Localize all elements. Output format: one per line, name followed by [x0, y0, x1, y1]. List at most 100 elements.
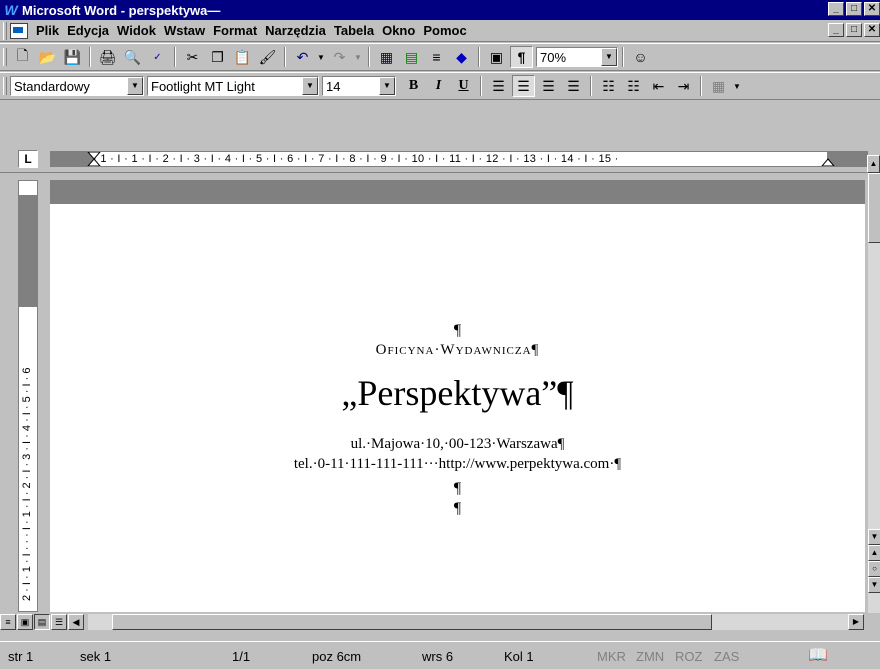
- chevron-down-icon[interactable]: ▼: [601, 48, 617, 66]
- doc-minimize-button[interactable]: _: [828, 23, 844, 37]
- menu-okno[interactable]: Okno: [382, 23, 415, 38]
- menu-edycja[interactable]: Edycja: [67, 23, 109, 38]
- left-indent-marker-icon[interactable]: [87, 152, 101, 167]
- outline-view-icon[interactable]: ☰: [51, 614, 67, 630]
- empty-paragraph-mark[interactable]: ¶: [50, 322, 865, 340]
- vertical-scrollbar[interactable]: ▼ ▲ ○ ▼: [867, 173, 880, 613]
- font-select[interactable]: Footlight MT Light ▼: [147, 76, 319, 96]
- horizontal-ruler[interactable]: · 1 · I · 1 · I · 2 · I · 3 · I · 4 · I …: [50, 151, 868, 167]
- scroll-right-button[interactable]: ▶: [848, 614, 864, 630]
- vertical-ruler[interactable]: 2 · I · 1 · I · · · I · 1 · I · 2 · I · …: [18, 180, 38, 612]
- vertical-scroll-thumb[interactable]: [868, 173, 880, 243]
- online-layout-view-icon[interactable]: ▣: [17, 614, 33, 630]
- menu-plik[interactable]: Plik: [36, 23, 59, 38]
- minimize-button[interactable]: _: [828, 2, 844, 16]
- status-macro-record[interactable]: MKR: [597, 649, 626, 664]
- chevron-down-icon[interactable]: ▼: [379, 77, 395, 95]
- document-map-icon[interactable]: ▣: [485, 46, 508, 68]
- redo-icon[interactable]: ↷: [328, 46, 351, 68]
- doc-restore-button[interactable]: □: [846, 23, 862, 37]
- align-left-icon[interactable]: ☰: [487, 75, 510, 97]
- justify-icon[interactable]: ☰: [562, 75, 585, 97]
- redo-dropdown-icon[interactable]: ▼: [353, 46, 363, 68]
- align-center-icon[interactable]: ☰: [512, 75, 535, 97]
- scroll-down-button[interactable]: ▼: [868, 529, 880, 545]
- drawing-icon[interactable]: ◆: [450, 46, 473, 68]
- status-extend[interactable]: ROZ: [675, 649, 702, 664]
- status-overtype[interactable]: ZAS: [714, 649, 739, 664]
- underline-button[interactable]: U: [452, 75, 475, 97]
- toolbar-grip[interactable]: [3, 77, 7, 95]
- maximize-button[interactable]: □: [846, 2, 862, 16]
- italic-button[interactable]: I: [427, 75, 450, 97]
- document-icon[interactable]: [10, 22, 28, 39]
- copy-icon[interactable]: ❐: [206, 46, 229, 68]
- print-preview-icon[interactable]: 🔍: [121, 46, 144, 68]
- decrease-indent-icon[interactable]: ⇤: [647, 75, 670, 97]
- menu-narzedzia[interactable]: Narzędzia: [265, 23, 326, 38]
- chevron-down-icon[interactable]: ▼: [302, 77, 318, 95]
- word-app-icon[interactable]: W: [2, 1, 20, 19]
- scroll-left-button[interactable]: ◀: [68, 614, 84, 630]
- bold-button[interactable]: B: [402, 75, 425, 97]
- print-icon[interactable]: 🖨: [96, 46, 119, 68]
- save-disk-icon[interactable]: 💾: [61, 46, 84, 68]
- cut-icon[interactable]: ✂: [181, 46, 204, 68]
- next-page-icon[interactable]: ▼: [868, 577, 880, 593]
- style-select[interactable]: Standardowy ▼: [10, 76, 144, 96]
- document-page[interactable]: ¶ Oficyna·Wydawnicza¶ „Perspektywa”¶ ul.…: [50, 204, 865, 612]
- toolbar-grip[interactable]: [3, 48, 7, 66]
- right-indent-marker-icon[interactable]: [821, 152, 835, 167]
- insert-excel-icon[interactable]: ▤: [400, 46, 423, 68]
- address-line[interactable]: ul.·Majowa·10,·00-123·Warszawa¶: [50, 436, 865, 453]
- close-button[interactable]: ✕: [864, 2, 880, 16]
- insert-table-icon[interactable]: ▦: [375, 46, 398, 68]
- menu-pomoc[interactable]: Pomoc: [423, 23, 466, 38]
- bulleted-list-icon[interactable]: ☷: [622, 75, 645, 97]
- menu-format[interactable]: Format: [213, 23, 257, 38]
- doc-close-button[interactable]: ✕: [864, 23, 880, 37]
- show-formatting-marks-icon[interactable]: ¶: [510, 46, 533, 68]
- open-folder-icon[interactable]: 📂: [36, 46, 59, 68]
- office-assistant-icon[interactable]: ☺: [629, 46, 652, 68]
- horizontal-scrollbar-bar: ≡ ▣ ▤ ☰ ◀ ▶: [0, 613, 880, 631]
- undo-icon[interactable]: ↶: [291, 46, 314, 68]
- formatting-toolbar: Standardowy ▼ Footlight MT Light ▼ 14 ▼ …: [0, 72, 880, 100]
- publisher-line[interactable]: Oficyna·Wydawnicza¶: [50, 342, 865, 359]
- status-track-changes[interactable]: ZMN: [636, 649, 664, 664]
- paste-icon[interactable]: 📋: [231, 46, 254, 68]
- numbered-list-icon[interactable]: ☷: [597, 75, 620, 97]
- spelling-check-icon[interactable]: ✓: [146, 46, 169, 68]
- empty-paragraph-mark[interactable]: ¶: [50, 500, 865, 518]
- normal-view-icon[interactable]: ≡: [0, 614, 16, 630]
- increase-indent-icon[interactable]: ⇥: [672, 75, 695, 97]
- font-size-select[interactable]: 14 ▼: [322, 76, 396, 96]
- format-painter-icon[interactable]: 🖌: [256, 46, 279, 68]
- page-layout-view-icon[interactable]: ▤: [34, 614, 50, 630]
- scroll-up-button[interactable]: ▲: [867, 155, 880, 173]
- menu-bar: Plik Edycja Widok Wstaw Format Narzędzia…: [0, 20, 880, 42]
- previous-page-icon[interactable]: ▲: [868, 545, 880, 561]
- zoom-select[interactable]: 70% ▼: [536, 47, 618, 67]
- spelling-status-book-icon[interactable]: 📖: [808, 645, 828, 665]
- publisher-name[interactable]: „Perspektywa”¶: [50, 372, 865, 414]
- title-bar: W Microsoft Word - perspektywa— _ □ ✕: [0, 0, 880, 20]
- empty-paragraph-mark[interactable]: ¶: [50, 480, 865, 498]
- undo-dropdown-icon[interactable]: ▼: [316, 46, 326, 68]
- columns-icon[interactable]: ≡: [425, 46, 448, 68]
- menu-wstaw[interactable]: Wstaw: [164, 23, 205, 38]
- borders-icon[interactable]: ▦: [707, 75, 730, 97]
- menu-tabela[interactable]: Tabela: [334, 23, 374, 38]
- borders-dropdown-icon[interactable]: ▼: [732, 75, 742, 97]
- tab-selector-icon[interactable]: L: [18, 150, 38, 168]
- contact-line[interactable]: tel.·0-11·111-111-111···http://www.perpe…: [50, 456, 865, 473]
- menu-widok[interactable]: Widok: [117, 23, 156, 38]
- chevron-down-icon[interactable]: ▼: [127, 77, 143, 95]
- align-right-icon[interactable]: ☰: [537, 75, 560, 97]
- new-document-icon[interactable]: 🗋: [11, 46, 34, 68]
- browse-object-icon[interactable]: ○: [868, 561, 880, 577]
- menubar-grip[interactable]: [3, 21, 7, 40]
- horizontal-scroll-thumb[interactable]: [112, 614, 712, 630]
- document-area[interactable]: ¶ Oficyna·Wydawnicza¶ „Perspektywa”¶ ul.…: [50, 180, 865, 612]
- ruler-labels: · 1 · I · 1 · I · 2 · I · 3 · I · 4 · I …: [93, 153, 619, 165]
